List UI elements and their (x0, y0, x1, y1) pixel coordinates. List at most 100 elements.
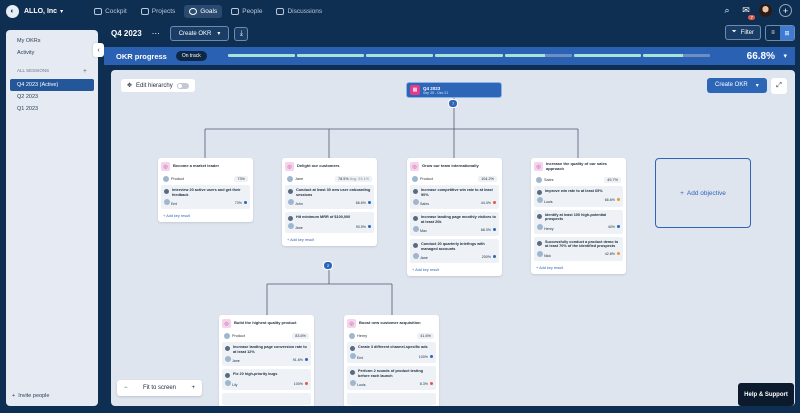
objective-card[interactable]: ◎ Increase the quality of our sales appro… (531, 158, 626, 274)
invite-people-link[interactable]: + Invite people (12, 393, 49, 399)
nav-cockpit[interactable]: Cockpit (89, 5, 132, 18)
status-dot (430, 354, 433, 358)
period-title: Q4 2023 (111, 29, 142, 38)
key-result[interactable]: Fix 20 high-priority bugs Lily 100% (222, 369, 311, 391)
chevron-down-icon[interactable]: ▾ (783, 52, 787, 60)
key-result[interactable]: Improve win rate to at least 65% Louis 66… (534, 185, 623, 207)
add-key-result-link[interactable]: + Add key result (161, 214, 250, 218)
key-result-owner: Jane (420, 256, 428, 261)
create-okr-button[interactable]: Create OKR ▾ (707, 78, 767, 93)
okr-hierarchy-canvas: ✥ Edit hierarchy ▦ Q4 2023 Sep 25 - Dec … (111, 70, 795, 406)
inbox-icon[interactable]: ✉ 7 (740, 5, 755, 20)
key-result[interactable]: Hit minimum MRR of $100,000 Jane 90.5% (285, 212, 374, 234)
nav-discussions[interactable]: Discussions (271, 5, 327, 18)
add-key-result-link[interactable]: + Add key result (534, 266, 623, 270)
key-result[interactable]: Increase competitive win rate to at leas… (410, 185, 499, 210)
key-result[interactable] (222, 393, 311, 406)
objective-card[interactable]: ◎ Grow our team internationally Product 10… (407, 158, 502, 277)
okr-progress-percent: 66.8% (746, 50, 775, 62)
children-count-pill[interactable]: 7 (448, 99, 459, 108)
hierarchy-view-icon[interactable]: ⊞ (780, 26, 794, 40)
key-result[interactable]: Create 3 different channel-specific ads … (347, 342, 436, 363)
add-key-result-label: Add key result (415, 268, 440, 273)
key-result-icon (288, 189, 293, 194)
key-result-icon (225, 346, 230, 351)
key-result[interactable]: Increase landing page monthly visitors t… (410, 212, 499, 237)
objective-owner: Product (232, 334, 246, 338)
more-options-icon[interactable]: ⋯ (152, 29, 160, 38)
key-result-owner: Louis (544, 199, 553, 204)
key-result-title: Increase landing page monthly visitors t… (421, 215, 496, 224)
key-result[interactable]: Interview 20 active users and get their … (161, 185, 250, 210)
filter-button[interactable]: ⏷ Filter (724, 25, 761, 40)
key-result-progress: 66.6% (355, 200, 366, 205)
nav-people[interactable]: People (226, 5, 267, 18)
add-objective-button[interactable]: + Add objective (655, 158, 751, 228)
people-icon (231, 7, 240, 15)
avatar (225, 380, 231, 387)
progress-segment (435, 54, 503, 57)
objective-card[interactable]: ◎ Build the highest quality product Produ… (219, 315, 314, 406)
sidebar-item-q4-2023[interactable]: Q4 2023 (Active) (10, 79, 94, 91)
key-result-icon (350, 370, 355, 375)
status-dot (617, 225, 620, 229)
key-result[interactable]: Conduct at least 30 new user onboarding … (285, 185, 374, 210)
key-result-progress: 66.6% (604, 198, 615, 203)
key-result-owner: Emi (357, 356, 364, 360)
collapse-sidebar-button[interactable]: ‹ (93, 43, 104, 57)
key-result[interactable]: Perform 2 rounds of product testing befo… (347, 366, 436, 391)
key-result-progress: 73% (234, 200, 242, 205)
children-count-pill[interactable]: 2 (323, 261, 334, 270)
progress-segment (573, 54, 641, 57)
nav-people-label: People (242, 7, 263, 15)
key-result[interactable]: Conduct 20 quarterly briefings with mana… (410, 239, 499, 264)
goals-icon (189, 7, 198, 15)
objective-card[interactable]: ◎ Boost new customer acquisition Henry 41.… (344, 315, 439, 406)
key-result-owner: Max (420, 229, 427, 234)
key-result-progress: 100% (293, 381, 303, 386)
key-result-owner: Emi (171, 202, 178, 207)
edit-hierarchy-control[interactable]: ✥ Edit hierarchy (121, 79, 195, 92)
create-okr-dropdown[interactable]: Create OKR ▾ (169, 26, 230, 41)
add-key-result-link[interactable]: + Add key result (285, 238, 374, 242)
nav-goals[interactable]: Goals (184, 4, 223, 18)
sidebar-item-q1-2023[interactable]: Q1 2023 (6, 103, 98, 115)
status-dot (368, 224, 371, 228)
user-avatar[interactable] (759, 4, 772, 17)
nav-cockpit-label: Cockpit (105, 7, 127, 15)
help-support-button[interactable]: Help & Support (738, 383, 794, 406)
key-result[interactable]: Successfully conduct a product demo to a… (534, 236, 623, 261)
objective-card[interactable]: ◎ Become a market leader Product 73% Inter… (158, 158, 253, 223)
key-result[interactable]: Increase landing page conversion rate to… (222, 342, 311, 367)
zoom-in-button[interactable]: + (191, 385, 195, 391)
key-result-icon (537, 213, 542, 219)
add-session-icon[interactable]: + (83, 68, 87, 75)
list-view-icon[interactable]: ≡ (766, 26, 780, 40)
org-logo-icon[interactable]: ◐ (6, 4, 19, 18)
org-name[interactable]: ALLO, Inc (24, 8, 57, 15)
add-icon[interactable]: + (779, 4, 792, 17)
nav-projects[interactable]: Projects (136, 5, 180, 18)
fit-to-screen-button[interactable]: Fit to screen (143, 385, 176, 391)
sidebar-item-my-okrs[interactable]: My OKRs (6, 35, 98, 47)
chevron-down-icon[interactable]: ▾ (60, 8, 63, 15)
download-button[interactable]: ⤓ (234, 26, 249, 41)
objective-card[interactable]: ◎ Delight our customers Jane 78.5% Avg. 93… (282, 158, 377, 247)
search-icon[interactable]: ⌕ (721, 5, 733, 17)
key-result-title: Increase landing page conversion rate to… (233, 345, 307, 354)
edit-hierarchy-toggle[interactable] (176, 82, 189, 89)
sidebar-item-activity[interactable]: Activity (6, 47, 98, 59)
status-dot (305, 357, 308, 361)
key-result[interactable] (347, 393, 436, 406)
zoom-out-button[interactable]: − (124, 385, 128, 391)
key-result[interactable]: Identify at least 100 high-potential pro… (534, 209, 623, 234)
sidebar-item-q2-2023[interactable]: Q2 2023 (6, 91, 98, 103)
fullscreen-icon[interactable]: ⤢ (771, 78, 787, 94)
key-result-progress: 8.3% (419, 381, 428, 386)
progress-segment (228, 54, 296, 57)
key-result-title: Increase competitive win rate to at leas… (421, 188, 493, 197)
key-result-progress: 100% (418, 354, 428, 359)
add-key-result-link[interactable]: + Add key result (410, 268, 499, 272)
root-period-node[interactable]: ▦ Q4 2023 Sep 25 - Dec 21 (406, 82, 502, 98)
status-dot (493, 254, 496, 258)
